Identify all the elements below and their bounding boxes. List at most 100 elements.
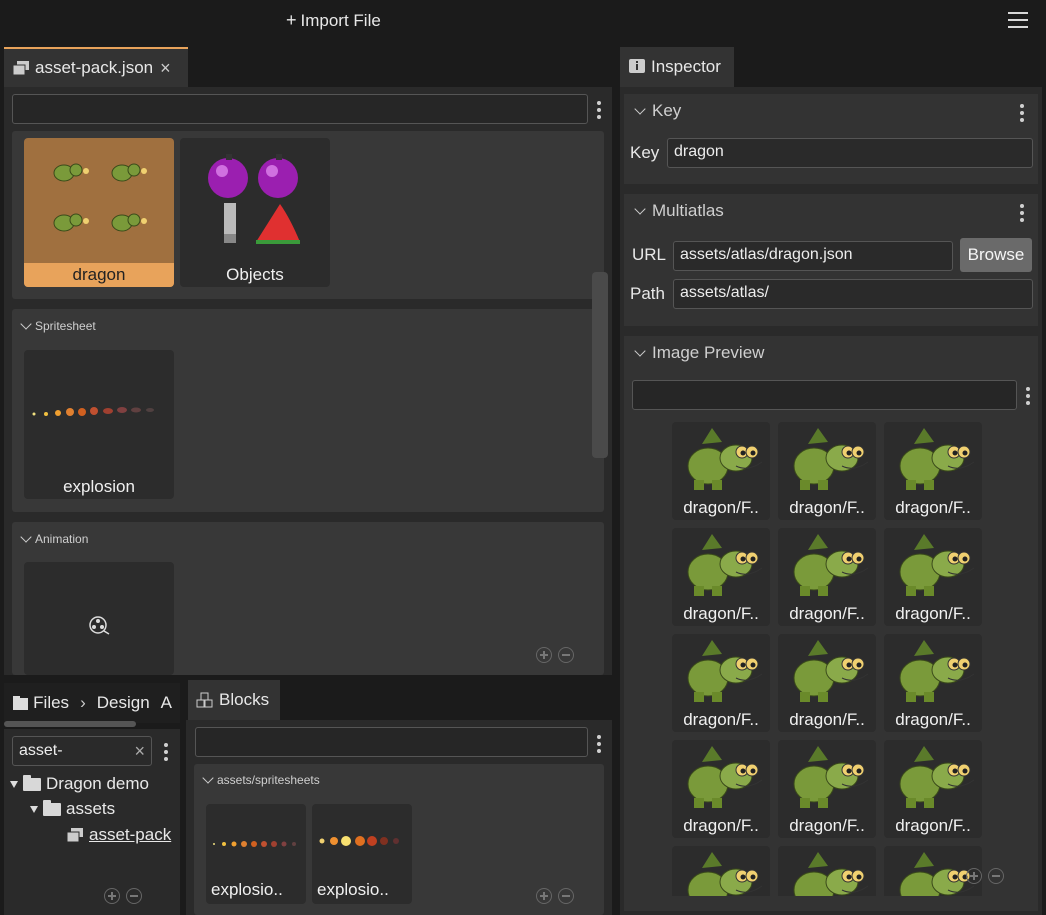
tab-blocks-label: Blocks (219, 690, 270, 709)
objects-asset-card[interactable]: Objects (180, 138, 330, 287)
preview-frame[interactable]: dragon/F.. (884, 422, 982, 520)
browse-button[interactable]: Browse (960, 238, 1032, 272)
breadcrumb-design[interactable]: Design (97, 693, 150, 713)
image-preview-section-header[interactable]: Image Preview (634, 343, 765, 363)
tree-item-assets[interactable]: assets (30, 799, 115, 819)
objects-card-label: Objects (226, 265, 284, 284)
blocks-menu-kebab-icon[interactable] (596, 735, 602, 756)
preview-frame[interactable]: dragon/F.. (672, 422, 770, 520)
preview-frame-label: dragon/F.. (895, 710, 971, 729)
spritesheet-section-header[interactable]: Spritesheet (20, 318, 96, 333)
import-file-button[interactable]: + Import File (286, 10, 381, 31)
preview-frame[interactable]: dragon/F.. (672, 634, 770, 732)
zoom-in-icon[interactable] (536, 888, 552, 904)
preview-frame[interactable]: dragon/F.. (884, 740, 982, 838)
dragon-frame-thumbnail (687, 428, 763, 490)
url-input[interactable]: assets/atlas/dragon.json (673, 241, 953, 271)
preview-frame-label: dragon/F.. (683, 604, 759, 623)
path-label: Path (630, 284, 665, 303)
zoom-in-icon[interactable] (104, 888, 120, 904)
editor-scrollbar[interactable] (592, 272, 608, 458)
zoom-out-icon[interactable] (558, 888, 574, 904)
dragon-frame-thumbnail (793, 428, 869, 490)
explosion-spritesheet-thumbnail (32, 407, 154, 416)
preview-frame[interactable]: dragon/F.. (778, 740, 876, 838)
blocks-filter-input[interactable] (195, 727, 588, 757)
folder-icon (43, 799, 61, 816)
tab-asset-pack[interactable]: asset-pack.json × (4, 47, 188, 87)
preview-frame-label: dragon/F.. (895, 816, 971, 835)
preview-frame[interactable]: dragon/F.. (672, 740, 770, 838)
tab-blocks[interactable]: Blocks (188, 680, 280, 720)
preview-frame[interactable]: dragon/F.. (778, 422, 876, 520)
animation-section-header[interactable]: Animation (20, 531, 88, 546)
path-input[interactable]: assets/atlas/ (673, 279, 1033, 309)
tab-files-label: Files (33, 693, 70, 712)
breadcrumb-truncated[interactable]: A (161, 693, 172, 713)
url-label: URL (632, 245, 667, 264)
hamburger-menu-icon[interactable] (1008, 12, 1028, 30)
block-card[interactable]: explosio.. (206, 804, 306, 904)
editor-filter-input[interactable] (12, 94, 588, 124)
top-bar (0, 0, 1046, 44)
blocks-section-title: assets/spritesheets (217, 773, 320, 787)
preview-frame[interactable]: dragon/F.. (672, 528, 770, 626)
expand-triangle-icon (10, 780, 18, 788)
dragon-atlas-thumbnail (53, 163, 147, 232)
import-file-label: Import File (300, 11, 381, 30)
preview-frame-label: dragon/F.. (683, 710, 759, 729)
preview-menu-kebab-icon[interactable] (1025, 387, 1031, 408)
key-input[interactable]: dragon (667, 138, 1033, 168)
multiatlas-section-kebab-icon[interactable] (1019, 204, 1025, 225)
files-search-input[interactable]: asset- × (12, 736, 152, 766)
spritesheet-section-title: Spritesheet (35, 319, 96, 333)
dragon-asset-card[interactable]: dragon (24, 138, 174, 287)
preview-frame-label: dragon/F.. (789, 498, 865, 517)
chevron-down-icon (634, 203, 646, 215)
zoom-in-icon[interactable] (966, 868, 982, 884)
animation-asset-card[interactable] (24, 562, 174, 675)
zoom-out-icon[interactable] (558, 647, 574, 663)
blocks-icon (196, 692, 213, 708)
editor-menu-kebab-icon[interactable] (596, 101, 602, 122)
dragon-card-label: dragon (24, 263, 174, 287)
tree-item-asset-pack[interactable]: asset-pack (66, 825, 171, 845)
chevron-down-icon (20, 318, 32, 330)
zoom-in-icon[interactable] (536, 647, 552, 663)
zoom-out-icon[interactable] (988, 868, 1004, 884)
tab-inspector-label: Inspector (651, 57, 721, 76)
image-preview-section-title: Image Preview (652, 343, 765, 362)
asset-pack-file-icon (12, 61, 29, 76)
preview-frame[interactable]: dragon/F.. (778, 634, 876, 732)
dragon-frame-thumbnail (687, 640, 763, 702)
key-section-kebab-icon[interactable] (1019, 104, 1025, 125)
block-card[interactable]: explosio.. (312, 804, 412, 904)
preview-frame[interactable]: dragon/F.. (884, 634, 982, 732)
preview-frame[interactable]: dragon/F.. (778, 846, 876, 896)
preview-frame[interactable]: dragon/F.. (778, 528, 876, 626)
preview-frame-label: dragon/F.. (789, 816, 865, 835)
key-section-header[interactable]: Key (634, 101, 681, 121)
breadcrumb-separator-icon: › (80, 693, 86, 712)
blocks-section-header[interactable]: assets/spritesheets (202, 772, 320, 787)
tree-item-dragon-demo[interactable]: Dragon demo (10, 774, 149, 794)
files-tab-scrollbar[interactable] (4, 721, 136, 727)
multiatlas-section-header[interactable]: Multiatlas (634, 201, 724, 221)
clear-search-icon[interactable]: × (134, 741, 145, 762)
close-tab-icon[interactable]: × (160, 58, 171, 79)
tab-files[interactable]: Files › Design A (4, 683, 180, 723)
tab-inspector[interactable]: Inspector (620, 47, 734, 87)
files-menu-kebab-icon[interactable] (163, 743, 169, 764)
multiatlas-section-title: Multiatlas (652, 201, 724, 220)
preview-frame-label: dragon/F.. (683, 816, 759, 835)
preview-frame[interactable]: dragon/F.. (672, 846, 770, 896)
blocks-zoom-controls (536, 888, 574, 904)
preview-frame-label: dragon/F.. (895, 604, 971, 623)
preview-frame[interactable]: dragon/F.. (884, 528, 982, 626)
files-search-value: asset- (19, 742, 63, 759)
preview-filter-input[interactable] (632, 380, 1017, 410)
expand-triangle-icon (30, 805, 38, 813)
explosion-asset-card[interactable]: explosion (24, 350, 174, 499)
dragon-frame-thumbnail (793, 852, 869, 896)
zoom-out-icon[interactable] (126, 888, 142, 904)
